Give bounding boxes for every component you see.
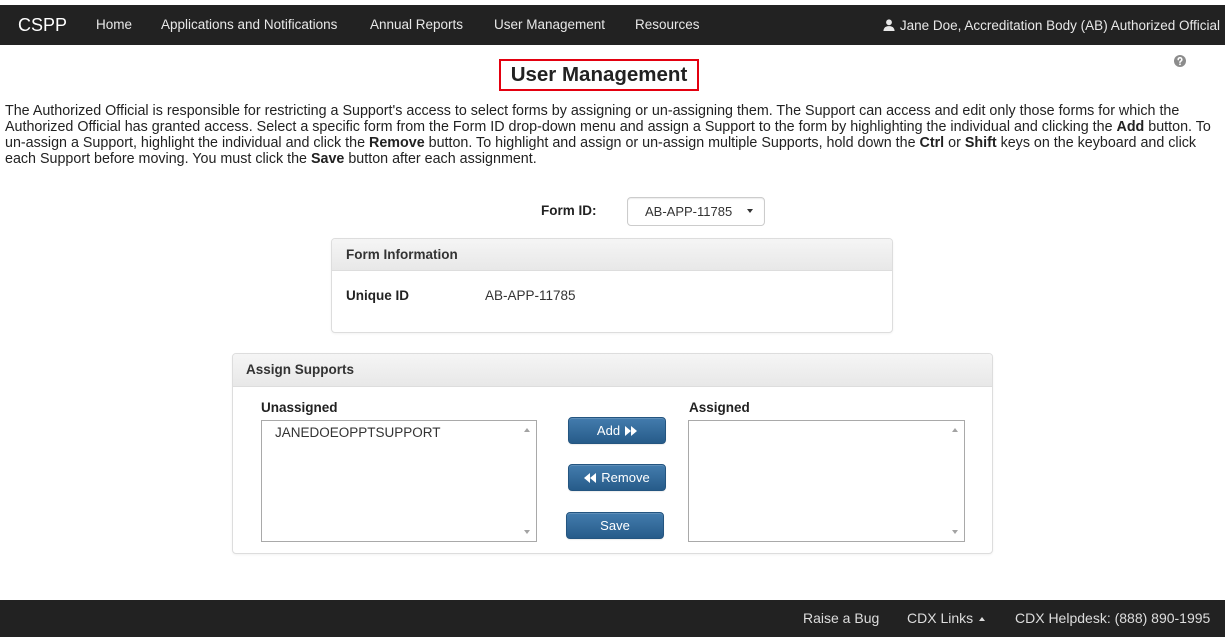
remove-button[interactable]: Remove [568, 464, 666, 491]
intro-text-segment: Authorized Official has granted access. … [5, 119, 1117, 135]
footer-link-cdx-links[interactable]: CDX Links [907, 600, 986, 637]
user-menu[interactable]: Jane Doe, Accreditation Body (AB) Author… [883, 5, 1220, 45]
add-button[interactable]: Add [568, 417, 666, 444]
assigned-scrollbar[interactable] [947, 421, 964, 541]
form-id-selected-value: AB-APP-11785 [645, 204, 733, 219]
list-item[interactable]: JANEDOEOPPTSUPPORT [275, 425, 441, 441]
scroll-up-arrow-icon[interactable] [524, 428, 530, 432]
top-navbar: CSPP Home Applications and Notifications… [0, 5, 1225, 45]
intro-text-segment: each Support before moving. You must cli… [5, 151, 311, 167]
scroll-up-arrow-icon[interactable] [952, 428, 958, 432]
caret-up-icon [979, 616, 986, 621]
intro-bold-shift: Shift [964, 135, 997, 151]
assign-supports-heading: Assign Supports [233, 354, 992, 387]
intro-text-segment: button after each assignment. [344, 151, 537, 167]
caret-down-icon [747, 209, 753, 213]
unassigned-scrollbar[interactable] [519, 421, 536, 541]
footer-link-raise-a-bug[interactable]: Raise a Bug [803, 600, 879, 637]
brand-link[interactable]: CSPP [18, 5, 67, 45]
scroll-down-arrow-icon[interactable] [952, 530, 958, 534]
user-icon [883, 19, 895, 31]
backward-icon [584, 472, 597, 483]
save-button[interactable]: Save [566, 512, 664, 539]
footer-bar: Raise a Bug CDX Links CDX Helpdesk: (888… [0, 600, 1225, 637]
intro-bold-remove: Remove [369, 135, 425, 151]
form-id-select[interactable]: AB-APP-11785 [627, 197, 765, 226]
intro-text-segment: button. To highlight and assign or un-as… [424, 135, 920, 151]
nav-item-annual-reports[interactable]: Annual Reports [370, 5, 463, 45]
intro-bold-add: Add [1116, 119, 1145, 135]
intro-bold-ctrl: Ctrl [919, 135, 945, 151]
nav-item-home[interactable]: Home [96, 5, 132, 45]
intro-text: The Authorized Official is responsible f… [5, 103, 1211, 167]
scroll-down-arrow-icon[interactable] [524, 530, 530, 534]
form-information-heading: Form Information [332, 239, 892, 271]
intro-text-segment: button. To [1144, 119, 1211, 135]
nav-item-applications-and-notifications[interactable]: Applications and Notifications [161, 5, 337, 45]
remove-button-label: Remove [601, 470, 650, 485]
assigned-label: Assigned [689, 400, 750, 415]
intro-text-segment: or [944, 135, 965, 151]
help-icon[interactable] [1174, 55, 1186, 67]
intro-text-segment: keys on the keyboard and click [996, 135, 1197, 151]
cdx-links-label: CDX Links [907, 610, 974, 626]
assign-supports-panel: Assign Supports Unassigned Assigned JANE… [232, 353, 993, 554]
footer-link-cdx-helpdesk[interactable]: CDX Helpdesk: (888) 890-1995 [1015, 600, 1210, 637]
unique-id-value: AB-APP-11785 [485, 288, 576, 303]
intro-bold-save: Save [310, 151, 345, 167]
page-title: User Management [499, 59, 699, 91]
intro-text-segment: un-assign a Support, highlight the indiv… [5, 135, 370, 151]
user-name-label: Jane Doe, Accreditation Body (AB) Author… [899, 17, 1220, 33]
unassigned-label: Unassigned [261, 400, 338, 415]
forward-icon [625, 425, 638, 436]
save-button-label: Save [600, 518, 630, 533]
add-button-label: Add [596, 423, 621, 438]
unique-id-label: Unique ID [346, 288, 409, 303]
assigned-listbox[interactable] [688, 420, 965, 542]
form-information-panel: Form Information Unique ID AB-APP-11785 [331, 238, 893, 333]
nav-item-user-management[interactable]: User Management [494, 5, 605, 45]
intro-text-segment: The Authorized Official is responsible f… [5, 103, 1180, 119]
nav-item-resources[interactable]: Resources [635, 5, 700, 45]
unassigned-listbox[interactable]: JANEDOEOPPTSUPPORT [261, 420, 537, 542]
form-id-label: Form ID: [541, 203, 597, 218]
